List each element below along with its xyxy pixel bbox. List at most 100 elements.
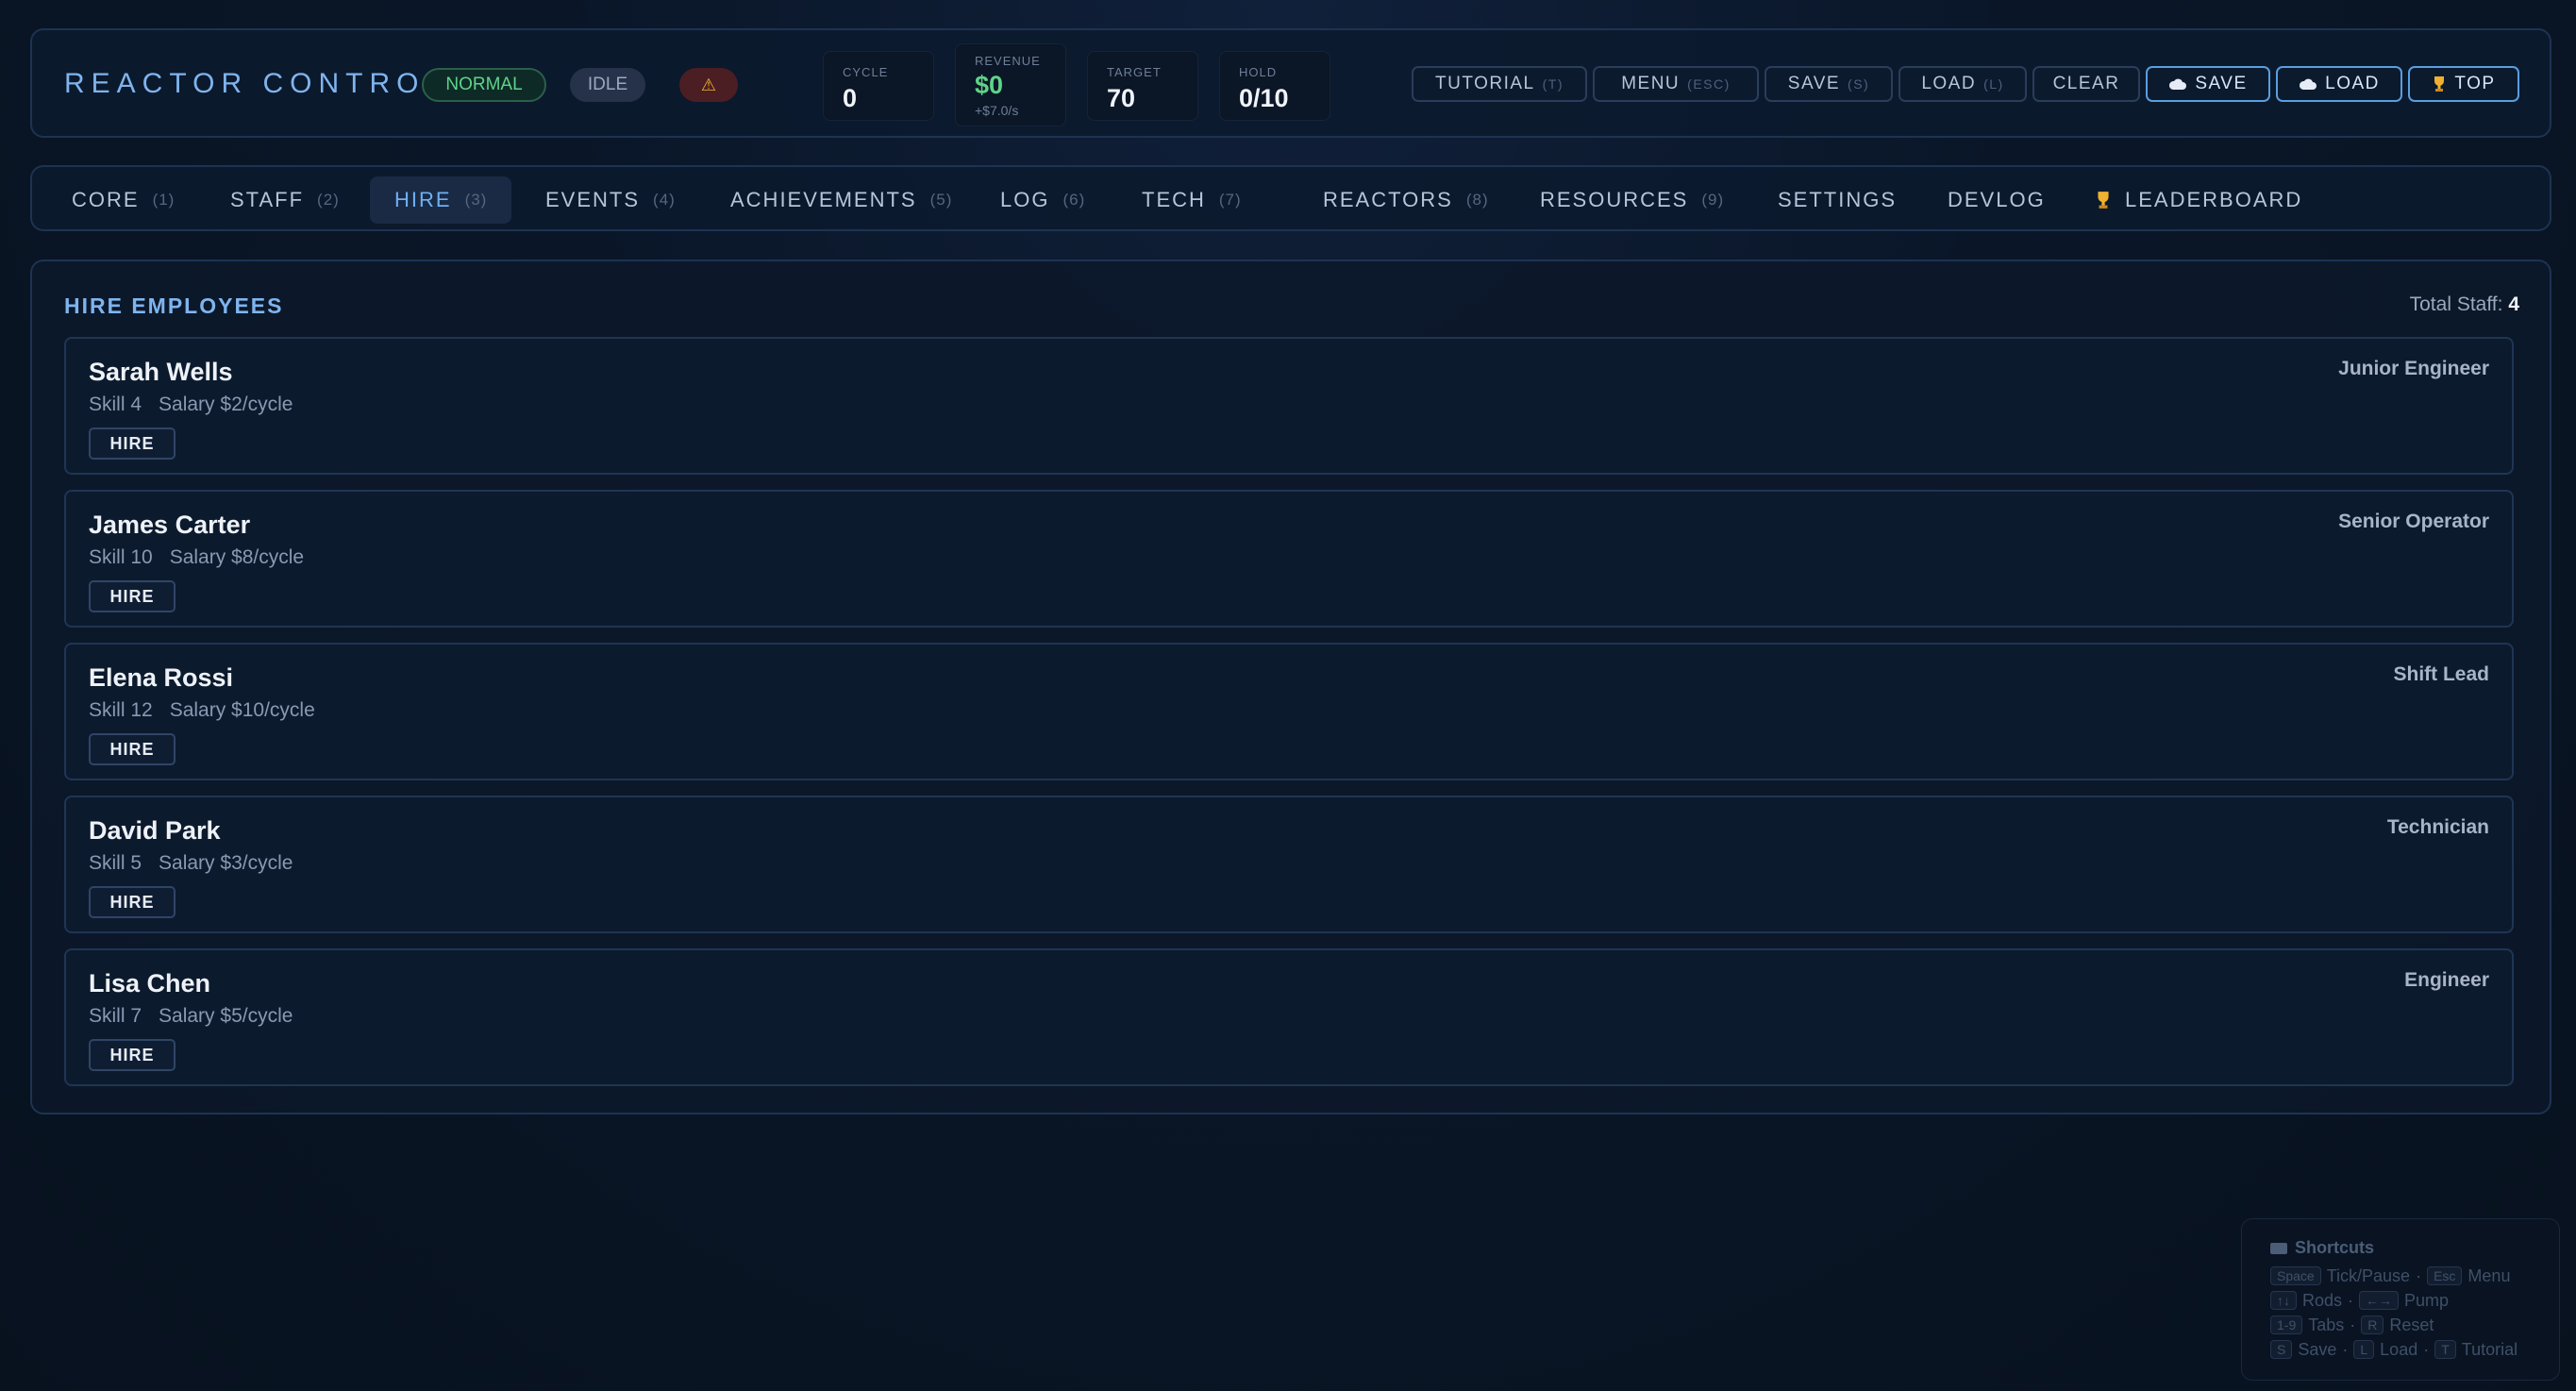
tab-label: HIRE — [394, 188, 452, 211]
shortcut-row: ↑↓ Rods · ←→ Pump — [2270, 1288, 2559, 1313]
shortcut-key: 1-9 — [2270, 1316, 2303, 1334]
candidate-salary: Salary $10/cycle — [169, 699, 315, 721]
total-staff-label: Total Staff: — [2409, 293, 2503, 315]
tab-bar: CORE (1) STAFF (2) HIRE (3) EVENTS (4) ACHIE… — [30, 165, 2551, 231]
tab-settings[interactable]: SETTINGS — [1753, 176, 1921, 224]
hire-button[interactable]: HIRE — [89, 1039, 176, 1071]
cloud-save-button[interactable]: SAVE — [2146, 66, 2270, 102]
separator: · — [2416, 1265, 2422, 1285]
cloud-icon — [2300, 78, 2317, 90]
tutorial-button[interactable]: TUTORIAL (T) — [1412, 66, 1587, 102]
save-shortcut-key: (S) — [1848, 76, 1870, 92]
candidate-name: Sarah Wells — [89, 358, 233, 386]
shortcut-action: Load — [2380, 1339, 2418, 1359]
candidate-salary: Salary $2/cycle — [159, 394, 293, 415]
separator: · — [2423, 1339, 2430, 1359]
candidate-role: Technician — [2386, 816, 2489, 838]
tab-label: SETTINGS — [1778, 188, 1898, 211]
tab-label: ACHIEVEMENTS — [730, 188, 917, 211]
separator: · — [2348, 1290, 2354, 1310]
top-bar: REACTOR CONTROL NORMAL IDLE ⚠ CYCLE 0 RE… — [30, 28, 2551, 138]
hire-button[interactable]: HIRE — [89, 580, 176, 612]
candidate-skill: Skill 12 — [89, 699, 153, 721]
hire-button[interactable]: HIRE — [89, 886, 176, 918]
save-button[interactable]: SAVE (S) — [1765, 66, 1893, 102]
tab-label: TECH — [1142, 188, 1206, 211]
shortcut-key: T — [2434, 1340, 2456, 1359]
load-button[interactable]: LOAD (L) — [1899, 66, 2027, 102]
menu-button[interactable]: MENU (ESC) — [1593, 66, 1759, 102]
tab-achievements[interactable]: ACHIEVEMENTS (5) — [706, 176, 977, 224]
hire-panel: HIRE EMPLOYEES Total Staff: 4 Sarah Well… — [30, 260, 2551, 1114]
candidate-skill: Skill 7 — [89, 1005, 142, 1027]
candidate-name: James Carter — [89, 511, 251, 539]
candidate-card: David Park Skill 5 Salary $3/cycle HIRE T… — [64, 796, 2514, 933]
candidate-card: Lisa Chen Skill 7 Salary $5/cycle HIRE En… — [64, 948, 2514, 1086]
tab-label: LEADERBOARD — [2125, 188, 2303, 211]
candidate-role: Shift Lead — [2393, 663, 2489, 685]
hold-value: 0/10 — [1239, 84, 1289, 112]
tab-log[interactable]: LOG (6) — [976, 176, 1110, 224]
cloud-load-label: LOAD — [2325, 74, 2380, 93]
shortcut-action: Save — [2298, 1339, 2337, 1359]
candidate-skill: Skill 5 — [89, 852, 142, 874]
candidate-role: Senior Operator — [2338, 511, 2489, 532]
app-title: REACTOR CONTROL — [64, 68, 448, 99]
tab-shortcut-key: (1) — [152, 191, 176, 209]
tab-hire[interactable]: HIRE (3) — [370, 176, 512, 224]
shortcut-key: L — [2353, 1340, 2375, 1359]
tab-leaderboard[interactable]: LEADERBOARD — [2070, 176, 2327, 224]
target-label: TARGET — [1107, 65, 1162, 79]
tab-shortcut-key: (9) — [1701, 191, 1725, 209]
hire-button[interactable]: HIRE — [89, 427, 176, 460]
tab-tech[interactable]: TECH (7) — [1117, 176, 1266, 224]
cloud-load-button[interactable]: LOAD — [2276, 66, 2402, 102]
shortcut-row: Space Tick/Pause · Esc Menu — [2270, 1264, 2559, 1288]
shortcut-action: Menu — [2467, 1265, 2511, 1285]
trophy-icon — [2434, 76, 2445, 92]
candidate-name: Elena Rossi — [89, 663, 234, 692]
hold-label: HOLD — [1239, 65, 1278, 79]
candidate-skill: Skill 10 — [89, 546, 153, 568]
target-stat: TARGET 70 — [1087, 51, 1198, 121]
shortcut-row: 1-9 Tabs · R Reset — [2270, 1313, 2559, 1337]
target-value: 70 — [1107, 84, 1136, 112]
tab-reactors[interactable]: REACTORS (8) — [1298, 176, 1514, 224]
tab-shortcut-key: (8) — [1465, 191, 1489, 209]
candidate-card: Elena Rossi Skill 12 Salary $10/cycle HIR… — [64, 643, 2514, 780]
hire-button[interactable]: HIRE — [89, 733, 176, 765]
tab-label: STAFF — [230, 188, 305, 211]
keyboard-icon — [2270, 1242, 2287, 1254]
save-button-label: SAVE — [1787, 74, 1841, 93]
shortcut-key: S — [2270, 1340, 2293, 1359]
tab-label: DEVLOG — [1948, 188, 2046, 211]
tab-label: REACTORS — [1323, 188, 1453, 211]
top-button[interactable]: TOP — [2408, 66, 2519, 102]
top-button-label: TOP — [2454, 74, 2496, 93]
shortcut-action: Tabs — [2308, 1315, 2345, 1334]
clear-button[interactable]: CLEAR — [2032, 66, 2140, 102]
tab-label: EVENTS — [545, 188, 641, 211]
tutorial-shortcut-key: (T) — [1542, 76, 1564, 92]
clear-button-label: CLEAR — [2052, 74, 2120, 93]
candidate-skill: Skill 4 — [89, 394, 142, 415]
shortcut-key: Space — [2270, 1266, 2321, 1285]
tab-label: RESOURCES — [1540, 188, 1689, 211]
tab-staff[interactable]: STAFF (2) — [206, 176, 364, 224]
tab-devlog[interactable]: DEVLOG — [1923, 176, 2070, 224]
menu-button-label: MENU — [1621, 74, 1681, 93]
tab-core[interactable]: CORE (1) — [47, 176, 199, 224]
tab-events[interactable]: EVENTS (4) — [521, 176, 700, 224]
shortcuts-title: Shortcuts — [2270, 1238, 2559, 1258]
tab-shortcut-key: (4) — [653, 191, 676, 209]
shortcut-key: Esc — [2427, 1266, 2463, 1285]
tab-shortcut-key: (2) — [317, 191, 340, 209]
shortcut-action: Reset — [2389, 1315, 2434, 1334]
shortcut-row: S Save · L Load · T Tutorial — [2270, 1337, 2559, 1362]
candidate-salary: Salary $5/cycle — [159, 1005, 293, 1027]
revenue-label: REVENUE — [975, 54, 1041, 68]
shortcut-action: Tutorial — [2461, 1339, 2518, 1359]
tab-resources[interactable]: RESOURCES (9) — [1515, 176, 1748, 224]
candidate-name: David Park — [89, 816, 221, 845]
warning-icon: ⚠ — [679, 68, 738, 102]
